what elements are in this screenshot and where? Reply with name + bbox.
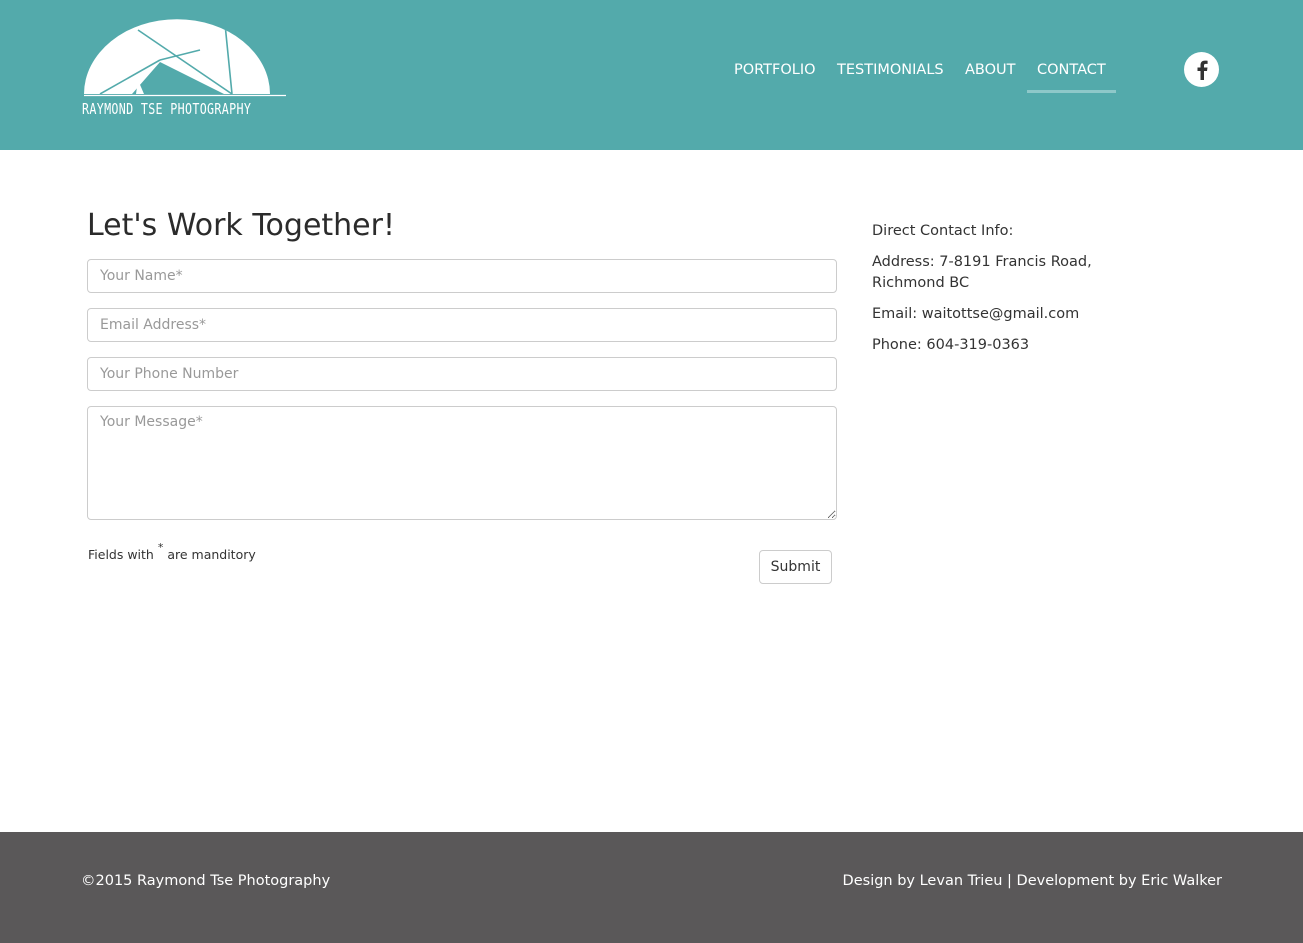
nav-about[interactable]: ABOUT	[965, 59, 1016, 93]
nav-contact[interactable]: CONTACT	[1027, 59, 1116, 93]
site-header: RAYMOND TSE PHOTOGRAPHY PORTFOLIO TESTIM…	[0, 0, 1303, 150]
site-footer: ©2015 Raymond Tse Photography Design by …	[0, 832, 1303, 943]
contact-address: Address: 7-8191 Francis Road, Richmond B…	[872, 254, 1092, 291]
message-textarea[interactable]	[87, 406, 837, 520]
note-prefix: Fields with	[88, 547, 154, 563]
note-suffix: are manditory	[167, 547, 256, 563]
contact-phone: Phone: 604-319-0363	[872, 337, 1030, 353]
email-input[interactable]	[87, 308, 837, 342]
contact-email: Email: waitottse@gmail.com	[872, 306, 1080, 322]
nav-portfolio[interactable]: PORTFOLIO	[734, 59, 816, 93]
facebook-icon	[1197, 60, 1208, 80]
required-fields-note: Fields with * are manditory	[88, 541, 256, 563]
facebook-button[interactable]	[1184, 52, 1219, 87]
footer-copyright: ©2015 Raymond Tse Photography	[81, 873, 331, 889]
footer-credits: Design by Levan Trieu | Development by E…	[842, 873, 1222, 889]
phone-input[interactable]	[87, 357, 837, 391]
required-asterisk: *	[157, 541, 164, 554]
submit-button[interactable]: Submit	[759, 550, 832, 584]
contact-heading: Direct Contact Info:	[872, 223, 1014, 239]
page-title: Let's Work Together!	[87, 208, 395, 243]
name-input[interactable]	[87, 259, 837, 293]
site-logo[interactable]: RAYMOND TSE PHOTOGRAPHY	[82, 18, 288, 122]
logo-wordmark: RAYMOND TSE PHOTOGRAPHY	[82, 100, 252, 118]
direct-contact-info: Direct Contact Info: Address: 7-8191 Fra…	[872, 221, 1132, 366]
nav-testimonials[interactable]: TESTIMONIALS	[837, 59, 944, 93]
camera-aperture-logo-icon	[84, 19, 286, 97]
